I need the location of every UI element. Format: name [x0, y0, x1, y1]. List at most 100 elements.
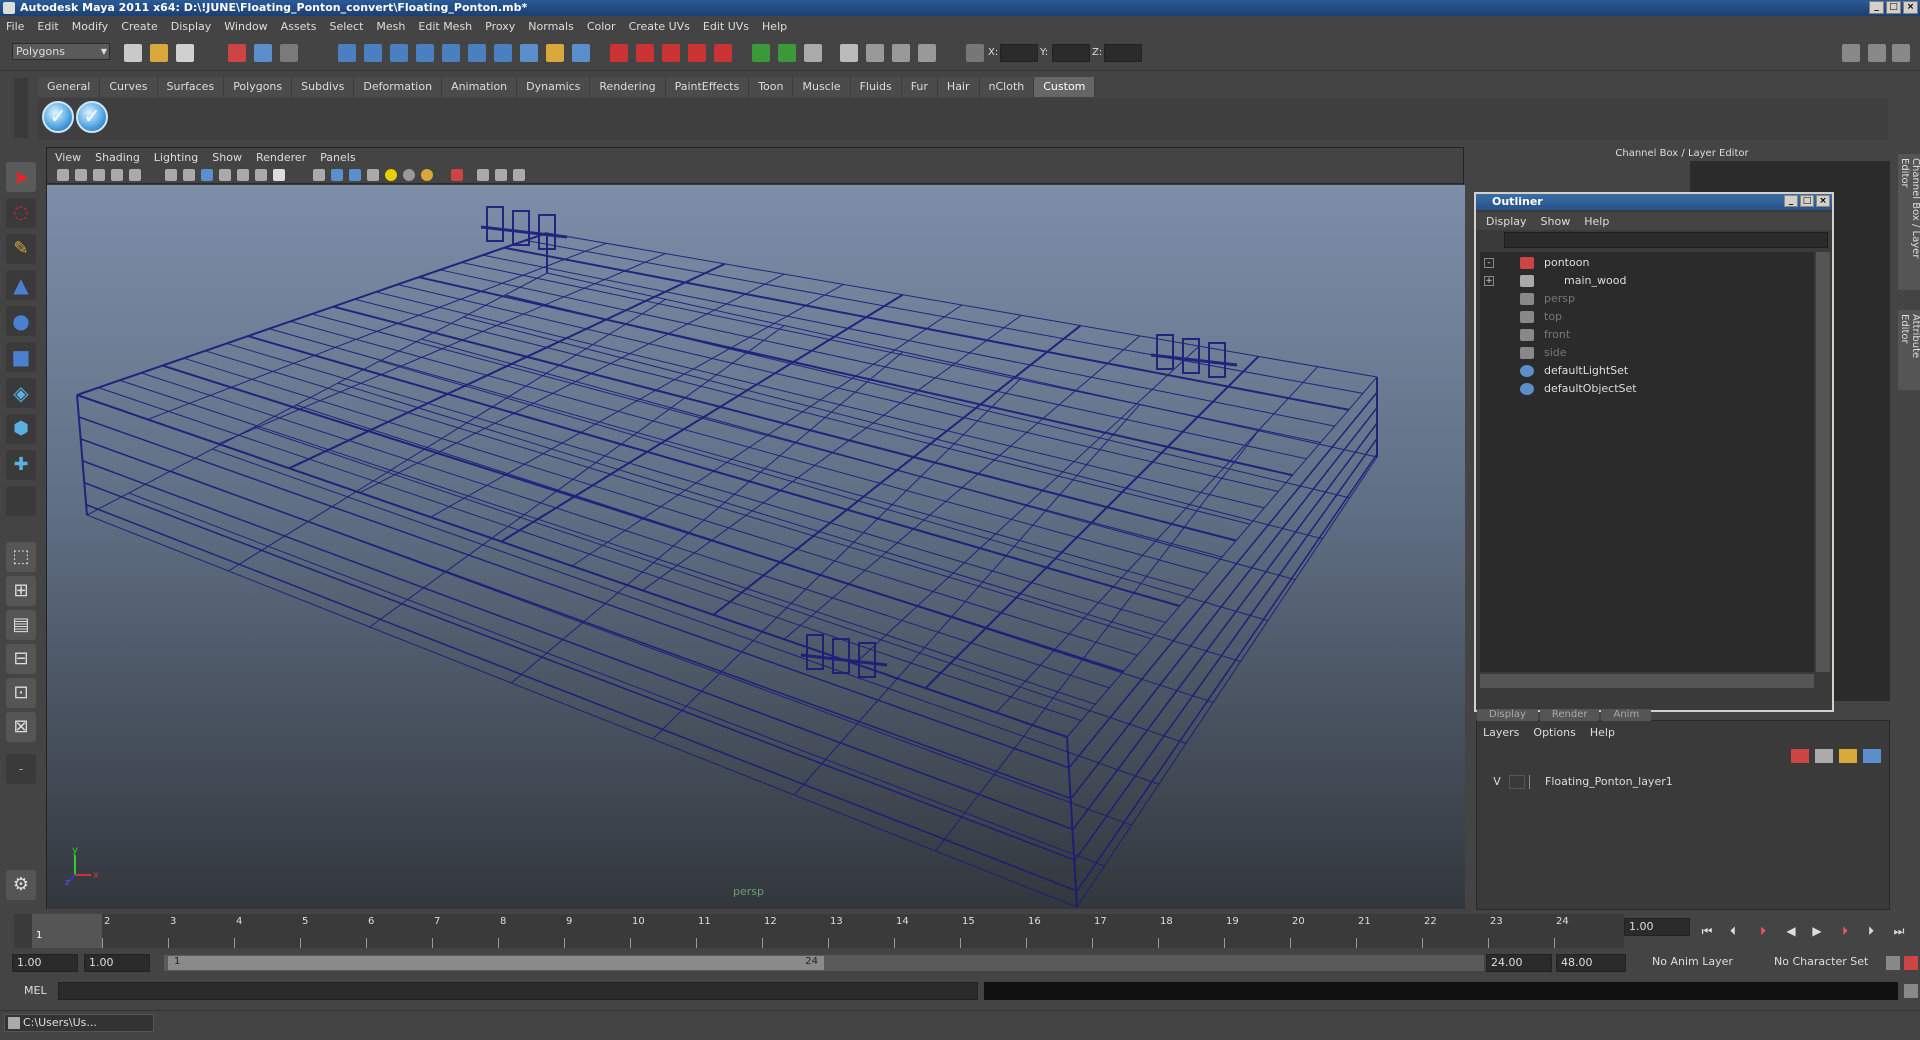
snap-live-icon[interactable]: [442, 44, 460, 62]
layer-template-toggle[interactable]: [1509, 775, 1525, 789]
shelf-tab-rendering[interactable]: Rendering: [590, 77, 666, 97]
menu-file[interactable]: File: [6, 20, 24, 33]
layout-hypershade-persp-icon[interactable]: ⊡: [6, 678, 36, 708]
layer-color-swatch[interactable]: [1529, 775, 1539, 789]
select-object-icon[interactable]: [254, 44, 272, 62]
play-backward-icon[interactable]: ◀: [1782, 922, 1800, 940]
select-tool-icon[interactable]: ➤: [6, 162, 36, 192]
magnet-surface-icon[interactable]: [688, 44, 706, 62]
layout-more-icon[interactable]: -: [6, 754, 36, 784]
outliner-vertical-scrollbar[interactable]: [1816, 252, 1830, 672]
lock-icon[interactable]: [546, 44, 564, 62]
animation-start-field[interactable]: 1.00: [12, 954, 78, 972]
go-to-end-icon[interactable]: ⏭: [1890, 922, 1908, 940]
script-editor-icon[interactable]: [1904, 984, 1918, 998]
outliner-item[interactable]: main_wood: [1520, 272, 1626, 290]
outliner-close-button[interactable]: ×: [1816, 195, 1830, 207]
layout-outliner-persp-icon[interactable]: ▤: [6, 610, 36, 640]
viewport-menu-lighting[interactable]: Lighting: [154, 151, 198, 164]
playback-end-field[interactable]: 24.00: [1486, 954, 1552, 972]
menu-normals[interactable]: Normals: [528, 20, 574, 33]
play-forward-icon[interactable]: ▶: [1808, 922, 1826, 940]
outliner-item[interactable]: side: [1520, 344, 1567, 362]
custom-shelf-check-icon-2[interactable]: ✓: [76, 101, 108, 133]
viewport-canvas[interactable]: persp y x z: [47, 185, 1465, 909]
outliner-title-bar[interactable]: Outliner _ □ ×: [1476, 194, 1832, 210]
shelf-tab-animation[interactable]: Animation: [442, 77, 518, 97]
viewport-menu-renderer[interactable]: Renderer: [256, 151, 306, 164]
step-forward-key-icon[interactable]: ⏵: [1836, 922, 1854, 940]
layer-menu-options[interactable]: Options: [1533, 726, 1575, 739]
outliner-menu-show[interactable]: Show: [1541, 215, 1571, 228]
mel-label[interactable]: MEL: [24, 984, 47, 997]
shelf-tab-curves[interactable]: Curves: [100, 77, 158, 97]
menu-create[interactable]: Create: [121, 20, 158, 33]
expand-main-wood-toggle[interactable]: +: [1484, 276, 1494, 286]
perspective-viewport[interactable]: View Shading Lighting Show Renderer Pane…: [46, 147, 1465, 909]
layer-tab-anim[interactable]: Anim: [1601, 709, 1652, 721]
ipr-render-icon[interactable]: [804, 44, 822, 62]
outliner-item[interactable]: defaultLightSet: [1520, 362, 1628, 380]
new-scene-icon[interactable]: [124, 44, 142, 62]
range-slider[interactable]: 1 24: [164, 955, 1484, 971]
minimize-button[interactable]: _: [1869, 1, 1884, 14]
menu-mesh[interactable]: Mesh: [376, 20, 405, 33]
universal-manipulator-icon[interactable]: ◈: [6, 378, 36, 408]
time-slider[interactable]: 123456789101112131415161718192021222324 …: [14, 914, 1624, 948]
last-tool-slot[interactable]: [6, 486, 36, 516]
snap-view-icon[interactable]: [468, 44, 486, 62]
snap-grid-icon[interactable]: [338, 44, 356, 62]
mel-command-input[interactable]: [58, 982, 978, 1000]
layout-four-icon[interactable]: ⊞: [6, 576, 36, 606]
viewport-menu-panels[interactable]: Panels: [320, 151, 355, 164]
snap-curve-icon[interactable]: [364, 44, 382, 62]
menu-edit-uvs[interactable]: Edit UVs: [703, 20, 749, 33]
move-layer-down-icon[interactable]: [1815, 749, 1833, 763]
layout-graph-persp-icon[interactable]: ⊟: [6, 644, 36, 674]
menu-proxy[interactable]: Proxy: [485, 20, 515, 33]
current-frame-marker[interactable]: 1: [32, 914, 102, 948]
menu-help[interactable]: Help: [762, 20, 787, 33]
viewport-menu-view[interactable]: View: [55, 151, 81, 164]
shelf-tab-general[interactable]: General: [38, 77, 101, 97]
outliner-maximize-button[interactable]: □: [1800, 195, 1814, 207]
expand-pontoon-toggle[interactable]: -: [1484, 258, 1494, 268]
side-tab-channel-box[interactable]: Channel Box / Layer Editor: [1898, 154, 1920, 290]
preferences-icon[interactable]: [1904, 956, 1918, 970]
step-back-key-icon[interactable]: ⏵: [1754, 922, 1772, 940]
input-ops-icon[interactable]: [610, 44, 628, 62]
layer-visibility-toggle[interactable]: V: [1489, 773, 1505, 791]
new-layer-selected-icon[interactable]: [1863, 749, 1881, 763]
shelf-tab-dynamics[interactable]: Dynamics: [517, 77, 591, 97]
show-channel-box-icon[interactable]: [1842, 44, 1860, 62]
shelf-tab-painteffects[interactable]: PaintEffects: [665, 77, 750, 97]
soft-mod-tool-icon[interactable]: ⬢: [6, 414, 36, 444]
maximize-button[interactable]: □: [1886, 1, 1901, 14]
menu-set-dropdown[interactable]: Polygons ▼: [12, 43, 110, 60]
move-layer-up-icon[interactable]: [1791, 749, 1809, 763]
paint-select-tool-icon[interactable]: ✎: [6, 234, 36, 264]
menu-edit-mesh[interactable]: Edit Mesh: [418, 20, 472, 33]
move-tool-icon[interactable]: ▲: [6, 270, 36, 300]
magnet-curve-icon[interactable]: [714, 44, 732, 62]
layer-tab-display[interactable]: Display: [1477, 709, 1538, 721]
help-question-icon[interactable]: [520, 44, 538, 62]
step-back-icon[interactable]: ⏴: [1724, 922, 1742, 940]
render-frame-icon[interactable]: [778, 44, 796, 62]
transform-mode-icon[interactable]: [966, 44, 984, 62]
layer-row[interactable]: V Floating_Ponton_layer1: [1481, 773, 1887, 791]
outliner-item[interactable]: front: [1520, 326, 1570, 344]
scale-tool-icon[interactable]: ■: [6, 342, 36, 372]
menu-color[interactable]: Color: [587, 20, 616, 33]
new-empty-layer-icon[interactable]: [1839, 749, 1857, 763]
layout-graph-editor-icon[interactable]: ⊠: [6, 712, 36, 742]
layout-single-icon[interactable]: ⬚: [6, 542, 36, 572]
save-scene-icon[interactable]: [176, 44, 194, 62]
construction-history-icon[interactable]: [572, 44, 590, 62]
viewport-menu-show[interactable]: Show: [212, 151, 242, 164]
outliner-item[interactable]: defaultObjectSet: [1520, 380, 1637, 398]
anim-layer-dropdown[interactable]: No Anim Layer: [1648, 954, 1756, 972]
character-set-dropdown[interactable]: No Character Set: [1770, 954, 1880, 972]
animation-end-field[interactable]: 48.00: [1556, 954, 1626, 972]
close-button[interactable]: ×: [1903, 1, 1918, 14]
